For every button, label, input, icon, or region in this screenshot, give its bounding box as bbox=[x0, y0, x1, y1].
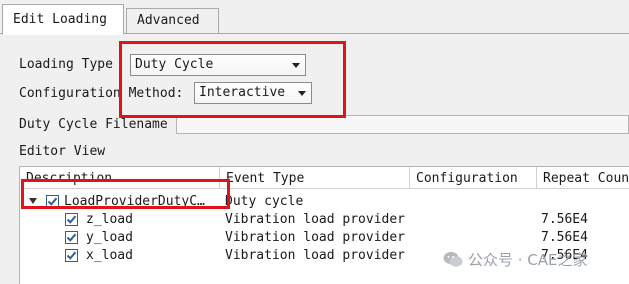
child-event-type: Vibration load provider bbox=[225, 248, 406, 263]
duty-cycle-filename-field[interactable] bbox=[176, 115, 629, 134]
tree-row-child[interactable]: z_load Vibration load provider 7.56E4 bbox=[20, 210, 629, 228]
chevron-down-icon bbox=[298, 91, 306, 96]
tree-row-parent[interactable]: LoadProviderDutyC… Duty cycle bbox=[20, 192, 629, 210]
checkmark-icon bbox=[66, 215, 77, 224]
child-repeat-count: 7.56E4 bbox=[541, 230, 588, 245]
loading-type-value: Duty Cycle bbox=[135, 57, 214, 72]
checkmark-icon bbox=[66, 233, 77, 242]
child-description: x_load bbox=[86, 248, 133, 263]
parent-description: LoadProviderDutyC… bbox=[64, 194, 205, 209]
loading-type-label: Loading Type bbox=[19, 57, 113, 72]
tab-advanced[interactable]: Advanced bbox=[126, 8, 219, 33]
config-method-dropdown[interactable]: Interactive bbox=[194, 82, 312, 104]
child-repeat-count: 7.56E4 bbox=[541, 212, 588, 227]
loading-type-dropdown[interactable]: Duty Cycle bbox=[130, 54, 306, 76]
checkbox-parent[interactable] bbox=[46, 195, 59, 208]
tab-edit-loading[interactable]: Edit Loading bbox=[2, 4, 124, 35]
checkbox-y-load[interactable] bbox=[65, 231, 78, 244]
wechat-icon bbox=[443, 251, 463, 267]
child-event-type: Vibration load provider bbox=[225, 212, 406, 227]
column-header-event-type[interactable]: Event Type bbox=[220, 167, 410, 189]
checkbox-x-load[interactable] bbox=[65, 249, 78, 262]
duty-cycle-filename-label: Duty Cycle Filename bbox=[19, 117, 168, 132]
checkbox-z-load[interactable] bbox=[65, 213, 78, 226]
column-header-repeat-count[interactable]: Repeat Count bbox=[537, 167, 629, 189]
child-description: y_load bbox=[86, 230, 133, 245]
watermark: 公众号 · CAE之家 bbox=[443, 249, 588, 269]
config-method-label: Configuration Method: bbox=[19, 86, 184, 101]
tree-row-child[interactable]: y_load Vibration load provider 7.56E4 bbox=[20, 228, 629, 246]
child-event-type: Vibration load provider bbox=[225, 230, 406, 245]
parent-event-type: Duty cycle bbox=[225, 194, 304, 209]
checkmark-icon bbox=[66, 251, 77, 260]
child-description: z_load bbox=[86, 212, 133, 227]
expand-arrow-icon[interactable] bbox=[29, 198, 37, 204]
watermark-text: 公众号 · CAE之家 bbox=[468, 250, 588, 269]
config-method-value: Interactive bbox=[199, 85, 286, 100]
chevron-down-icon bbox=[292, 63, 300, 68]
tab-bar: Edit Loading Advanced bbox=[0, 0, 629, 35]
checkmark-icon bbox=[47, 197, 58, 206]
editor-view-label: Editor View bbox=[19, 144, 106, 159]
column-header-configuration[interactable]: Configuration bbox=[410, 167, 537, 189]
column-header-description[interactable]: Description bbox=[20, 167, 220, 189]
